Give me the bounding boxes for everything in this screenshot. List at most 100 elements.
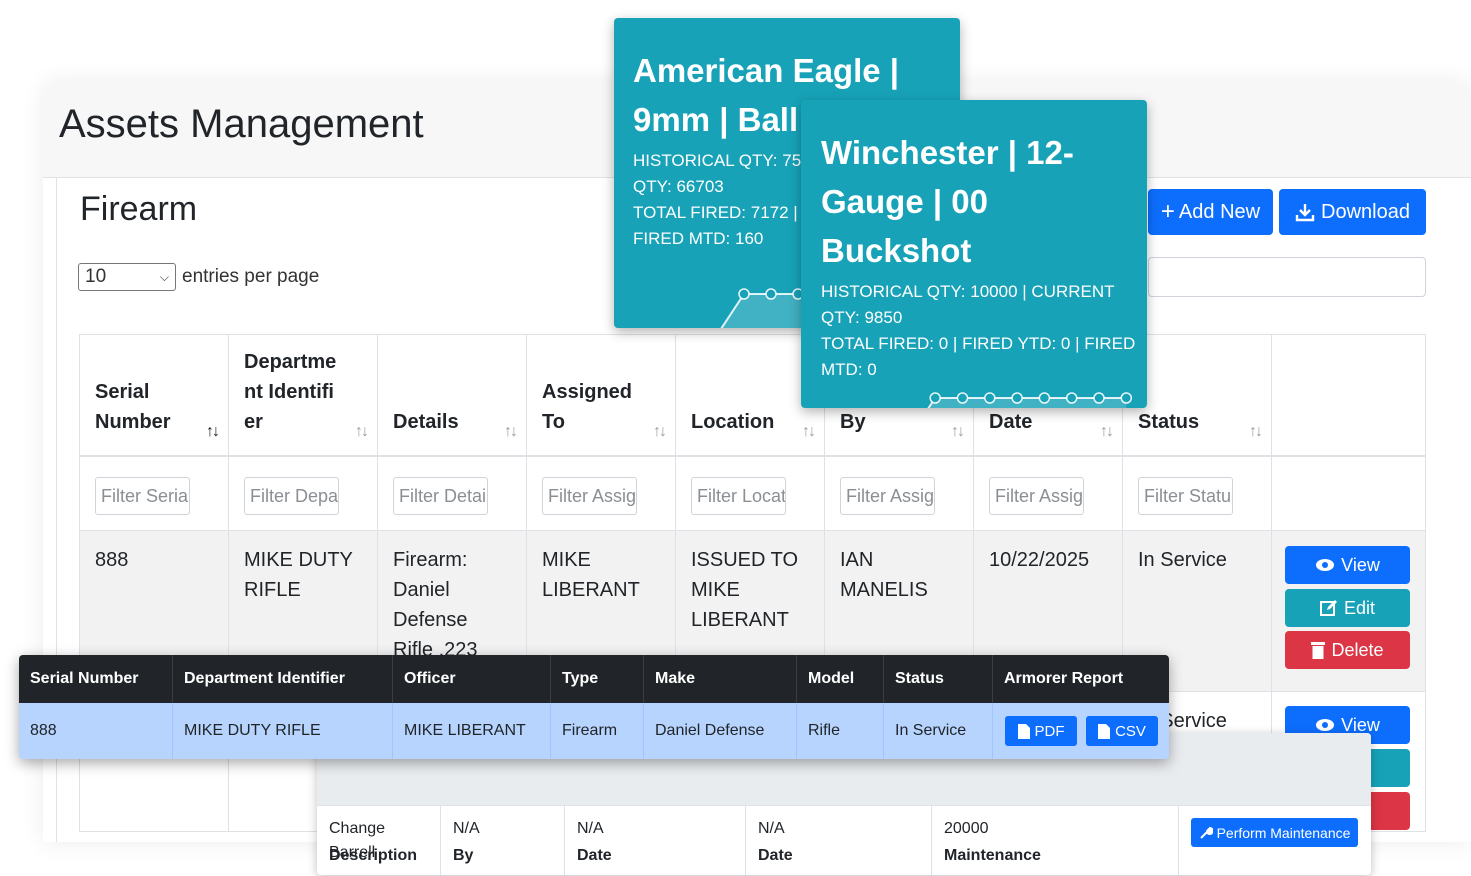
- filter-cell: Filter Statu: [1123, 457, 1272, 531]
- maint-th-next-date: Date: [758, 847, 793, 864]
- arm-serial: 888: [19, 703, 173, 759]
- sparkline-point: [929, 392, 941, 404]
- download-button[interactable]: Download: [1279, 189, 1426, 235]
- filter-assigned-input[interactable]: Filter Assig: [542, 477, 637, 515]
- pdf-button[interactable]: PDF: [1005, 716, 1077, 746]
- arm-th-department: Department Identifier: [173, 655, 393, 703]
- filter-cell: Filter Locat: [676, 457, 825, 531]
- filter-cell: Filter Seria: [80, 457, 229, 531]
- sparkline-area: [928, 398, 1127, 408]
- maint-th-by: By: [453, 847, 474, 864]
- th-details[interactable]: Details ↑↓: [378, 335, 527, 457]
- arm-make: Daniel Defense: [644, 703, 797, 759]
- sort-icon: ↑↓: [951, 423, 965, 440]
- search-input[interactable]: [1148, 257, 1426, 297]
- arm-model: Rifle: [797, 703, 884, 759]
- filter-cell: [1272, 457, 1425, 531]
- sort-icon: ↑↓: [206, 423, 220, 440]
- tooltip-line: QTY: 9850: [821, 308, 903, 327]
- maint-by: N/A: [453, 820, 480, 837]
- tooltip-line: HISTORICAL QTY: 10000 | CURRENT: [821, 282, 1115, 301]
- filter-cell: Filter Detai: [378, 457, 527, 531]
- filter-date-input[interactable]: Filter Assig: [989, 477, 1084, 515]
- arm-status: In Service: [884, 703, 993, 759]
- filter-cell: Filter Depa: [229, 457, 378, 531]
- wrench-icon: [1199, 826, 1213, 839]
- edit-button[interactable]: Edit: [1285, 589, 1410, 627]
- sparkline-point: [984, 392, 996, 404]
- col-divider: [931, 805, 932, 875]
- filter-cell: Filter Assig: [825, 457, 974, 531]
- entries-select[interactable]: 10 ⌵: [78, 263, 176, 291]
- sparkline-point: [765, 288, 777, 300]
- sparkline-point: [1065, 392, 1078, 404]
- download-icon: [1295, 204, 1315, 222]
- arm-th-serial: Serial Number: [19, 655, 173, 703]
- maint-th-maintenance: Maintenance: [944, 847, 1041, 864]
- ammo-tooltip-winchester: Winchester | 12-Gauge | 00 Buckshot HIST…: [801, 100, 1147, 408]
- arm-th-status: Status: [884, 655, 993, 703]
- filter-department-input[interactable]: Filter Depa: [244, 477, 339, 515]
- maint-date: N/A: [577, 820, 604, 837]
- arm-officer: MIKE LIBERANT: [393, 703, 551, 759]
- csv-button[interactable]: CSV: [1086, 716, 1158, 746]
- chevron-down-icon: ⌵: [159, 269, 169, 284]
- plus-icon: +: [1160, 198, 1175, 225]
- sparkline-point: [1093, 392, 1105, 404]
- arm-th-type: Type: [551, 655, 644, 703]
- sparkline-chart: [927, 392, 1133, 408]
- arm-th-make: Make: [644, 655, 797, 703]
- filter-status-input[interactable]: Filter Statu: [1138, 477, 1233, 515]
- delete-button[interactable]: Delete: [1285, 631, 1410, 669]
- armorer-report-table: Serial Number Department Identifier Offi…: [19, 655, 1169, 759]
- entries-select-value: 10: [85, 266, 107, 287]
- th-department[interactable]: Department Identifier ↑↓: [229, 335, 378, 457]
- app-title: Assets Management: [59, 102, 424, 146]
- sort-icon: ↑↓: [504, 423, 518, 440]
- sort-icon: ↑↓: [1249, 423, 1263, 440]
- trash-icon: [1311, 642, 1326, 659]
- filter-by-input[interactable]: Filter Assig: [840, 477, 935, 515]
- col-divider: [1178, 805, 1179, 875]
- sort-icon: ↑↓: [1100, 423, 1114, 440]
- arm-type: Firearm: [551, 703, 644, 759]
- sparkline-point: [1038, 392, 1051, 404]
- sort-icon: ↑↓: [355, 423, 369, 440]
- maint-interval: 20000: [944, 820, 989, 837]
- arm-th-model: Model: [797, 655, 884, 703]
- th-serial[interactable]: Serial Number ↑↓: [80, 335, 229, 457]
- arm-department: MIKE DUTY RIFLE: [173, 703, 393, 759]
- sparkline-point: [956, 392, 969, 404]
- section-title: Firearm: [80, 190, 198, 228]
- perform-maintenance-button[interactable]: Perform Maintenance: [1191, 818, 1358, 847]
- arm-th-officer: Officer: [393, 655, 551, 703]
- view-button[interactable]: View: [1285, 546, 1410, 584]
- maint-next-date: N/A: [758, 820, 785, 837]
- csv-file-icon: [1098, 723, 1111, 739]
- sparkline-point: [1011, 392, 1023, 404]
- filter-cell: Filter Assig: [527, 457, 676, 531]
- th-assigned-to[interactable]: Assigned To ↑↓: [527, 335, 676, 457]
- filter-serial-input[interactable]: Filter Seria: [95, 477, 190, 515]
- filter-cell: Filter Assig: [974, 457, 1123, 531]
- filter-location-input[interactable]: Filter Locat: [691, 477, 786, 515]
- entries-per-page: 10 ⌵ entries per page: [78, 263, 319, 291]
- sparkline-point: [1120, 392, 1133, 404]
- th-actions: [1272, 335, 1425, 457]
- add-new-button[interactable]: + Add New: [1148, 189, 1273, 235]
- sparkline-point: [738, 288, 750, 300]
- pdf-file-icon: [1017, 723, 1030, 739]
- eye-icon: [1316, 719, 1335, 731]
- entries-label: entries per page: [182, 266, 320, 287]
- filter-details-input[interactable]: Filter Detai: [393, 477, 488, 515]
- maint-description: Change Barrell: [329, 820, 386, 861]
- eye-icon: [1316, 559, 1335, 571]
- edit-icon: [1319, 600, 1337, 616]
- maint-th-date: Date: [577, 847, 612, 864]
- col-divider: [745, 805, 746, 875]
- sort-icon: ↑↓: [802, 423, 816, 440]
- col-divider: [440, 805, 441, 875]
- col-divider: [564, 805, 565, 875]
- tooltip-title: Winchester | 12-Gauge | 00 Buckshot: [821, 134, 1074, 269]
- arm-th-report: Armorer Report: [1004, 670, 1124, 687]
